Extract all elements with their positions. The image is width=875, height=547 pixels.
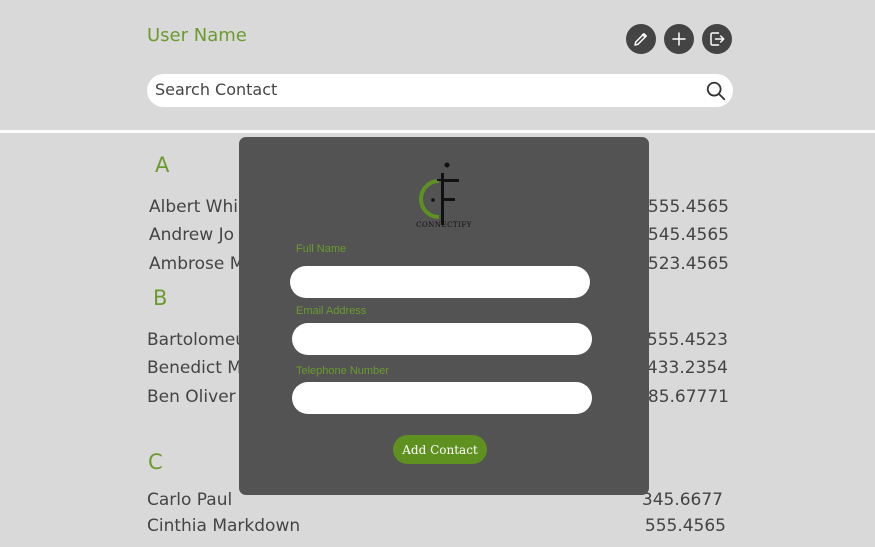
user-name: User Name bbox=[147, 25, 247, 46]
contact-name[interactable]: Andrew Jo bbox=[149, 225, 234, 245]
contact-phone: 523.4565 bbox=[647, 254, 729, 274]
group-letter-a: A bbox=[155, 153, 170, 177]
add-contact-modal: CONNECTIFY Full Name Email Address Telep… bbox=[239, 137, 649, 495]
contact-phone: 545.4565 bbox=[647, 225, 729, 245]
full-name-field[interactable] bbox=[290, 266, 590, 298]
contact-name[interactable]: Albert Whi bbox=[149, 197, 238, 217]
edit-button[interactable] bbox=[626, 24, 656, 54]
email-label: Email Address bbox=[296, 305, 367, 317]
group-letter-c: C bbox=[148, 450, 163, 474]
search-icon[interactable] bbox=[705, 80, 727, 102]
search-bar[interactable]: Search Contact bbox=[147, 74, 733, 107]
email-field[interactable] bbox=[292, 323, 592, 355]
add-contact-button[interactable]: Add Contact bbox=[393, 435, 487, 464]
contact-name[interactable]: Carlo Paul bbox=[147, 490, 232, 510]
telephone-field[interactable] bbox=[292, 382, 592, 414]
add-icon bbox=[672, 32, 686, 46]
contact-phone: 345.6677 bbox=[641, 490, 723, 510]
group-letter-b: B bbox=[153, 286, 168, 310]
contact-phone: 555.4565 bbox=[647, 197, 729, 217]
add-button[interactable] bbox=[664, 24, 694, 54]
contact-phone: 555.4565 bbox=[644, 516, 726, 536]
header-divider bbox=[0, 130, 875, 133]
contact-name[interactable]: Ambrose M bbox=[149, 254, 244, 274]
logout-icon bbox=[710, 32, 725, 46]
logo-text: CONNECTIFY bbox=[416, 221, 472, 229]
search-input[interactable]: Search Contact bbox=[155, 80, 277, 99]
contact-name[interactable]: Bartolomeu bbox=[147, 330, 246, 350]
full-name-label: Full Name bbox=[296, 243, 347, 255]
contact-name[interactable]: Cinthia Markdown bbox=[147, 516, 300, 536]
contact-phone: 555.4523 bbox=[646, 330, 728, 350]
contact-phone: 985.67771 bbox=[637, 387, 729, 407]
logout-button[interactable] bbox=[702, 24, 732, 54]
contact-phone: 433.2354 bbox=[646, 358, 728, 378]
telephone-label: Telephone Number bbox=[296, 365, 389, 377]
contact-name[interactable]: Ben Oliver bbox=[147, 387, 236, 407]
edit-icon bbox=[634, 33, 647, 46]
contact-name[interactable]: Benedict M bbox=[147, 358, 242, 378]
